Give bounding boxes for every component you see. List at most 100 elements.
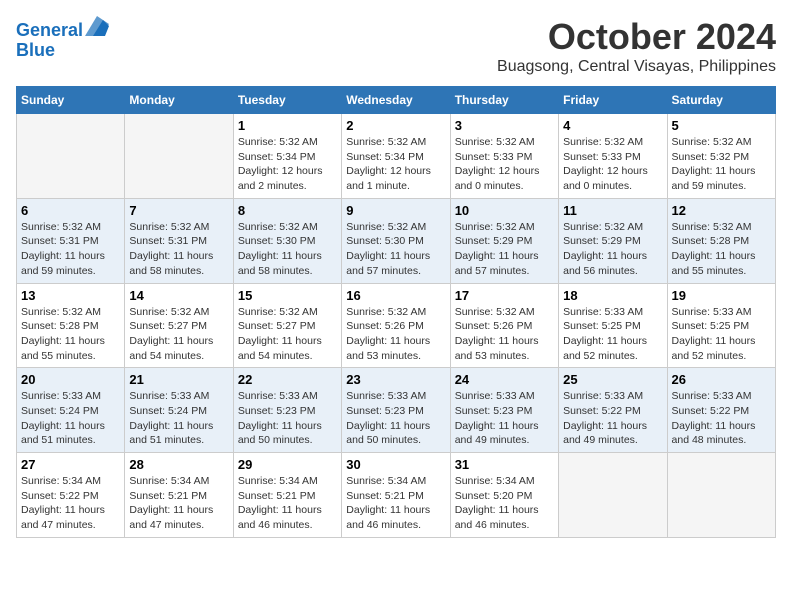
day-info: Sunrise: 5:32 AMSunset: 5:26 PMDaylight:… — [455, 305, 554, 364]
day-info: Sunrise: 5:32 AMSunset: 5:28 PMDaylight:… — [672, 220, 771, 279]
day-number: 26 — [672, 372, 771, 387]
day-number: 4 — [563, 118, 662, 133]
day-info: Sunrise: 5:33 AMSunset: 5:22 PMDaylight:… — [563, 389, 662, 448]
day-number: 24 — [455, 372, 554, 387]
calendar-cell: 10Sunrise: 5:32 AMSunset: 5:29 PMDayligh… — [450, 198, 558, 283]
calendar-cell — [667, 453, 775, 538]
day-number: 9 — [346, 203, 445, 218]
calendar-cell: 30 Sunrise: 5:34 AMSunset: 5:21 PMDayligh… — [342, 453, 450, 538]
column-header-tuesday: Tuesday — [233, 87, 341, 114]
month-title: October 2024 — [497, 16, 776, 58]
day-number: 30 — [346, 457, 445, 472]
calendar-cell: 12 Sunrise: 5:32 AMSunset: 5:28 PMDayligh… — [667, 198, 775, 283]
day-info: Sunrise: 5:33 AMSunset: 5:23 PMDaylight:… — [455, 389, 554, 448]
column-header-wednesday: Wednesday — [342, 87, 450, 114]
day-number: 14 — [129, 288, 228, 303]
calendar-cell: 1Sunrise: 5:32 AMSunset: 5:34 PMDaylight… — [233, 114, 341, 199]
day-info: Sunrise: 5:34 AMSunset: 5:21 PMDaylight:… — [346, 474, 445, 533]
day-number: 21 — [129, 372, 228, 387]
day-info: Sunrise: 5:33 AMSunset: 5:22 PMDaylight:… — [672, 389, 771, 448]
calendar-cell: 8Sunrise: 5:32 AMSunset: 5:30 PMDaylight… — [233, 198, 341, 283]
day-info: Sunrise: 5:33 AMSunset: 5:24 PMDaylight:… — [129, 389, 228, 448]
week-row-5: 27Sunrise: 5:34 AMSunset: 5:22 PMDayligh… — [17, 453, 776, 538]
day-number: 25 — [563, 372, 662, 387]
logo-line2: Blue — [16, 41, 109, 61]
day-info: Sunrise: 5:32 AMSunset: 5:31 PMDaylight:… — [21, 220, 120, 279]
day-number: 11 — [563, 203, 662, 218]
calendar-cell: 4 Sunrise: 5:32 AMSunset: 5:33 PMDaylight… — [559, 114, 667, 199]
day-info: Sunrise: 5:32 AMSunset: 5:27 PMDaylight:… — [238, 305, 337, 364]
calendar-cell: 25 Sunrise: 5:33 AMSunset: 5:22 PMDayligh… — [559, 368, 667, 453]
day-number: 8 — [238, 203, 337, 218]
calendar-cell — [125, 114, 233, 199]
calendar-cell: 9 Sunrise: 5:32 AMSunset: 5:30 PMDaylight… — [342, 198, 450, 283]
calendar-cell: 7 Sunrise: 5:32 AMSunset: 5:31 PMDaylight… — [125, 198, 233, 283]
day-number: 31 — [455, 457, 554, 472]
week-row-1: 1 Sunrise: 5:32 AMSunset: 5:34 PMDaylight… — [17, 114, 776, 199]
calendar-cell: 17 Sunrise: 5:32 AMSunset: 5:26 PMDayligh… — [450, 283, 558, 368]
logo: General Blue — [16, 16, 109, 61]
day-info: Sunrise: 5:34 AMSunset: 5:20 PMDaylight:… — [455, 474, 554, 533]
logo-text: General — [16, 16, 109, 41]
day-info: Sunrise: 5:34 AMSunset: 5:21 PMDaylight:… — [129, 474, 228, 533]
day-info: Sunrise: 5:32 AMSunset: 5:30 PMDaylight:… — [346, 220, 445, 279]
day-number: 29 — [238, 457, 337, 472]
day-info: Sunrise: 5:32 AMSunset: 5:33 PMDaylight:… — [563, 135, 662, 194]
calendar-cell: 26 Sunrise: 5:33 AMSunset: 5:22 PMDayligh… — [667, 368, 775, 453]
column-header-sunday: Sunday — [17, 87, 125, 114]
calendar-cell: 5Sunrise: 5:32 AMSunset: 5:32 PMDaylight… — [667, 114, 775, 199]
calendar-cell: 24 Sunrise: 5:33 AMSunset: 5:23 PMDayligh… — [450, 368, 558, 453]
column-header-saturday: Saturday — [667, 87, 775, 114]
calendar-cell: 14Sunrise: 5:32 AMSunset: 5:27 PMDayligh… — [125, 283, 233, 368]
day-number: 12 — [672, 203, 771, 218]
calendar-cell: 29 Sunrise: 5:34 AMSunset: 5:21 PMDayligh… — [233, 453, 341, 538]
week-row-3: 13 Sunrise: 5:32 AMSunset: 5:28 PMDayligh… — [17, 283, 776, 368]
calendar-body: 1 Sunrise: 5:32 AMSunset: 5:34 PMDaylight… — [17, 114, 776, 538]
column-header-thursday: Thursday — [450, 87, 558, 114]
day-number: 7 — [129, 203, 228, 218]
calendar-cell: 11 Sunrise: 5:32 AMSunset: 5:29 PMDayligh… — [559, 198, 667, 283]
day-number: 15 — [238, 288, 337, 303]
calendar-cell: 18 Sunrise: 5:33 AMSunset: 5:25 PMDayligh… — [559, 283, 667, 368]
day-number: 3 — [455, 118, 554, 133]
day-number: 5 — [672, 118, 771, 133]
calendar-header-row: SundayMondayTuesdayWednesdayThursdayFrid… — [17, 87, 776, 114]
column-header-friday: Friday — [559, 87, 667, 114]
day-number: 13 — [21, 288, 120, 303]
calendar-cell: 20 Sunrise: 5:33 AMSunset: 5:24 PMDayligh… — [17, 368, 125, 453]
day-info: Sunrise: 5:33 AMSunset: 5:25 PMDaylight:… — [563, 305, 662, 364]
calendar-cell — [559, 453, 667, 538]
day-number: 18 — [563, 288, 662, 303]
page-header: General Blue October 2024 Buagsong, Cent… — [16, 16, 776, 76]
day-number: 16 — [346, 288, 445, 303]
day-info: Sunrise: 5:32 AMSunset: 5:34 PMDaylight:… — [346, 135, 445, 194]
day-info: Sunrise: 5:33 AMSunset: 5:24 PMDaylight:… — [21, 389, 120, 448]
day-number: 27 — [21, 457, 120, 472]
calendar-cell: 16 Sunrise: 5:32 AMSunset: 5:26 PMDayligh… — [342, 283, 450, 368]
day-info: Sunrise: 5:34 AMSunset: 5:21 PMDaylight:… — [238, 474, 337, 533]
day-info: Sunrise: 5:32 AMSunset: 5:31 PMDaylight:… — [129, 220, 228, 279]
calendar-table: SundayMondayTuesdayWednesdayThursdayFrid… — [16, 86, 776, 538]
calendar-cell: 22Sunrise: 5:33 AMSunset: 5:23 PMDayligh… — [233, 368, 341, 453]
day-number: 17 — [455, 288, 554, 303]
day-info: Sunrise: 5:32 AMSunset: 5:26 PMDaylight:… — [346, 305, 445, 364]
calendar-cell: 28 Sunrise: 5:34 AMSunset: 5:21 PMDayligh… — [125, 453, 233, 538]
calendar-cell: 19Sunrise: 5:33 AMSunset: 5:25 PMDayligh… — [667, 283, 775, 368]
calendar-cell: 27Sunrise: 5:34 AMSunset: 5:22 PMDayligh… — [17, 453, 125, 538]
day-info: Sunrise: 5:32 AMSunset: 5:29 PMDaylight:… — [563, 220, 662, 279]
location-title: Buagsong, Central Visayas, Philippines — [497, 58, 776, 76]
day-number: 19 — [672, 288, 771, 303]
day-number: 20 — [21, 372, 120, 387]
day-number: 1 — [238, 118, 337, 133]
calendar-cell: 13 Sunrise: 5:32 AMSunset: 5:28 PMDayligh… — [17, 283, 125, 368]
logo-line1: General — [16, 20, 83, 40]
calendar-cell: 3 Sunrise: 5:32 AMSunset: 5:33 PMDaylight… — [450, 114, 558, 199]
day-number: 22 — [238, 372, 337, 387]
title-block: October 2024 Buagsong, Central Visayas, … — [497, 16, 776, 76]
calendar-cell — [17, 114, 125, 199]
day-info: Sunrise: 5:32 AMSunset: 5:28 PMDaylight:… — [21, 305, 120, 364]
day-info: Sunrise: 5:32 AMSunset: 5:33 PMDaylight:… — [455, 135, 554, 194]
day-number: 23 — [346, 372, 445, 387]
day-number: 28 — [129, 457, 228, 472]
calendar-cell: 15 Sunrise: 5:32 AMSunset: 5:27 PMDayligh… — [233, 283, 341, 368]
